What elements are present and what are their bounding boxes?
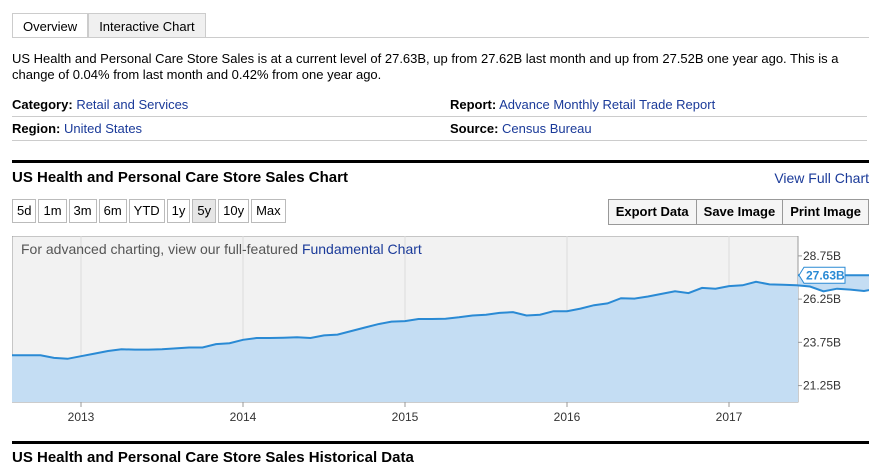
y-tick-label: 23.75B: [803, 335, 841, 349]
x-tick-label: 2013: [68, 410, 95, 424]
range-1y-button[interactable]: 1y: [166, 199, 191, 223]
meta-row-1: Category: Retail and Services Report: Ad…: [12, 93, 867, 117]
source-label: Source:: [450, 121, 499, 136]
range-1m-button[interactable]: 1m: [38, 199, 67, 223]
x-tick-label: 2014: [230, 410, 257, 424]
save-image-button[interactable]: Save Image: [695, 199, 784, 225]
range-5y-button[interactable]: 5y: [192, 199, 217, 223]
range-max-button[interactable]: Max: [251, 199, 286, 223]
report-label: Report:: [450, 97, 497, 112]
chart-section-rule: [12, 160, 869, 163]
region-link[interactable]: United States: [64, 121, 142, 136]
range-selector: 5d 1m 3m 6m YTD 1y 5y 10y Max: [12, 199, 288, 223]
x-tick-label: 2016: [554, 410, 581, 424]
tab-interactive-chart[interactable]: Interactive Chart: [88, 13, 206, 38]
range-10y-button[interactable]: 10y: [218, 199, 250, 223]
historical-section-title: US Health and Personal Care Store Sales …: [12, 449, 414, 466]
print-image-button[interactable]: Print Image: [782, 199, 869, 225]
category-label: Category:: [12, 97, 73, 112]
view-full-chart-link[interactable]: View Full Chart: [774, 170, 869, 186]
x-tick-label: 2017: [716, 410, 743, 424]
meta-row-2: Region: United States Source: Census Bur…: [12, 117, 867, 141]
y-tick-label: 26.25B: [803, 292, 841, 306]
range-3m-button[interactable]: 3m: [68, 199, 97, 223]
range-5d-button[interactable]: 5d: [12, 199, 37, 223]
export-data-button[interactable]: Export Data: [607, 199, 697, 225]
chart-note: For advanced charting, view our full-fea…: [21, 241, 422, 257]
historical-section-rule: [12, 441, 869, 444]
chart-actions: Export Data Save Image Print Image: [607, 199, 869, 225]
range-6m-button[interactable]: 6m: [98, 199, 127, 223]
fundamental-chart-link[interactable]: Fundamental Chart: [302, 241, 422, 257]
source-link[interactable]: Census Bureau: [502, 121, 592, 136]
summary-text: US Health and Personal Care Store Sales …: [12, 51, 839, 82]
sales-chart: For advanced charting, view our full-fea…: [12, 236, 869, 424]
chart-section-title: US Health and Personal Care Store Sales …: [12, 169, 348, 186]
last-value-label: 27.63B: [798, 266, 846, 284]
y-tick-label: 21.25B: [803, 379, 841, 393]
tab-overview[interactable]: Overview: [12, 13, 89, 38]
x-tick-label: 2015: [392, 410, 419, 424]
y-tick-label: 28.75B: [803, 249, 841, 263]
category-link[interactable]: Retail and Services: [76, 97, 188, 112]
tabs-divider: [12, 37, 869, 38]
last-value-text: 27.63B: [806, 268, 845, 282]
region-label: Region:: [12, 121, 61, 136]
x-axis: 2013 2014 2015 2016 2017: [68, 402, 743, 424]
report-link[interactable]: Advance Monthly Retail Trade Report: [499, 97, 715, 112]
tab-bar: Overview Interactive Chart: [12, 13, 206, 38]
range-ytd-button[interactable]: YTD: [128, 199, 165, 223]
chart-note-text: For advanced charting, view our full-fea…: [21, 241, 302, 257]
